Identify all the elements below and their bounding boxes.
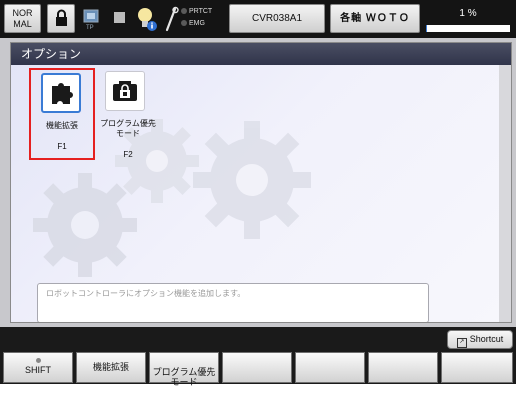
tp-label: TP (86, 25, 94, 31)
speed-bar (426, 25, 510, 32)
lock-program-icon (105, 71, 145, 111)
speed-text: 1 % (459, 8, 477, 19)
emg-led-icon (181, 20, 187, 27)
option-program-priority-mode[interactable]: プログラム優先 モード F2 (95, 68, 161, 160)
option-label: プログラム優先 モード (100, 119, 156, 138)
program-name-button[interactable]: CVR038A1 (229, 4, 325, 33)
coordinate-mode-button[interactable]: 各軸 ＷＯＴＯ (330, 4, 420, 33)
gear-watermark-icon (193, 121, 311, 239)
option-label: 機能拡張 (46, 121, 78, 130)
fkey-f4[interactable] (295, 352, 365, 383)
stop-indicator-icon (114, 12, 125, 23)
fkey-f6[interactable] (441, 352, 513, 383)
fkey-label: プログラム優先 モード (152, 367, 216, 387)
lightbulb-info-icon (138, 8, 157, 31)
option-key: F2 (123, 150, 133, 159)
fkey-label: SHIFT (25, 365, 51, 375)
shortcut-label: Shortcut (469, 334, 504, 344)
fkey-f2[interactable]: プログラム優先 モード (149, 352, 219, 387)
option-key: F1 (57, 142, 67, 151)
fkey-shift[interactable]: SHIFT (3, 352, 73, 383)
top-status-bar: NOR MAL TP PRTCT EMG CVR038A1 各軸 ＷＯＴＯ 1 … (0, 0, 516, 38)
shift-led-icon (35, 358, 41, 363)
shortcut-icon: ↗ (456, 338, 467, 348)
speed-indicator[interactable]: 1 % (424, 4, 512, 33)
emg-label: EMG (189, 20, 205, 27)
prtct-label: PRTCT (189, 8, 213, 15)
side-scroll-strip (499, 65, 511, 322)
mode-button[interactable]: NOR MAL (4, 4, 41, 33)
status-emg: EMG (181, 20, 205, 27)
wrench-icon (165, 6, 179, 32)
lock-button[interactable] (47, 4, 75, 33)
dialog-body: 機能拡張 F1 プログラム優先 モード F2 ロボットコントローラにオプション機… (11, 65, 499, 322)
function-keys: SHIFT 機能拡張 プログラム優先 モード (3, 352, 513, 387)
fkey-f5[interactable] (368, 352, 438, 383)
main-frame: オプション 機能拡張 F1 プログラム優先 モード F2 ロボットコントローラに… (0, 38, 516, 327)
lock-icon (56, 9, 67, 26)
fkey-f3[interactable] (222, 352, 292, 383)
function-key-bar: ↗ Shortcut SHIFT 機能拡張 プログラム優先 モード (0, 327, 516, 387)
options-dialog: オプション 機能拡張 F1 プログラム優先 モード F2 ロボットコントローラに… (10, 42, 512, 323)
prtct-led-icon (181, 8, 187, 15)
speed-bar-fill (426, 25, 427, 32)
dialog-title: オプション (11, 43, 511, 65)
fkey-label: 機能拡張 (92, 362, 129, 372)
fkey-f1[interactable]: 機能拡張 (76, 352, 146, 383)
status-prtct: PRTCT (181, 8, 212, 15)
puzzle-icon (41, 73, 81, 113)
description-box: ロボットコントローラにオプション機能を追加します。 (37, 283, 429, 322)
option-function-extension[interactable]: 機能拡張 F1 (29, 68, 95, 160)
shortcut-button[interactable]: ↗ Shortcut (447, 330, 513, 349)
